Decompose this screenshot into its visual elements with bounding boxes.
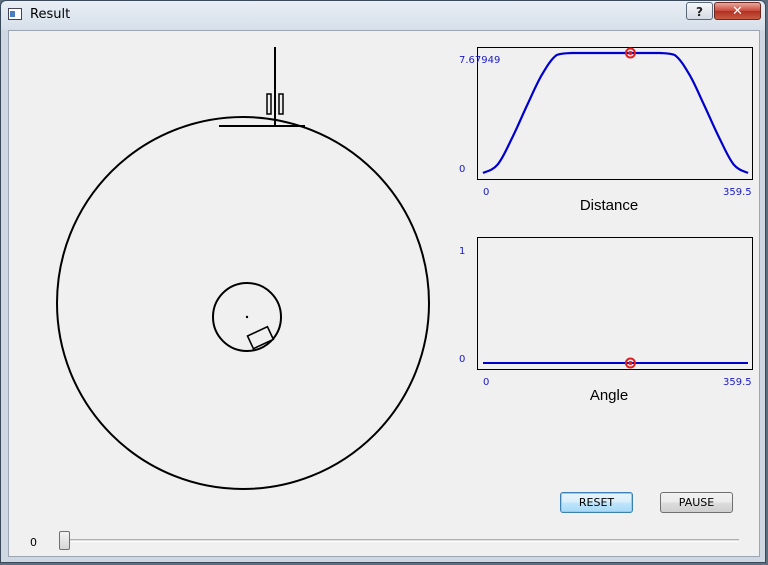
distance-plot-frame xyxy=(477,47,753,180)
distance-plot xyxy=(477,47,753,180)
window-title: Result xyxy=(30,7,71,22)
angle-plot-caption: Angle xyxy=(589,387,629,404)
angle-marker-center xyxy=(628,361,633,365)
distance-x-min-label: 0 xyxy=(483,187,490,198)
reset-button[interactable]: RESET xyxy=(560,492,633,513)
window-app-icon xyxy=(8,8,22,20)
angle-slider-thumb[interactable] xyxy=(59,531,70,550)
result-window: Result ? ✕ 7.67949 0 0 359.5 Distance 1 … xyxy=(0,0,766,563)
angle-x-max-label: 359.5 xyxy=(723,377,752,388)
angle-slider-track[interactable] xyxy=(69,539,739,542)
angle-x-min-label: 0 xyxy=(483,377,490,388)
close-button[interactable]: ✕ xyxy=(714,2,761,20)
cam-center-point xyxy=(245,315,249,319)
angle-y-min-label: 0 xyxy=(459,354,466,365)
distance-x-max-label: 359.5 xyxy=(723,187,752,198)
angle-plot-frame xyxy=(477,237,753,370)
title-bar[interactable]: Result ? ✕ xyxy=(1,1,765,30)
distance-plot-caption: Distance xyxy=(579,197,639,214)
cam-mechanism-view xyxy=(56,47,430,490)
angle-y-max-label: 1 xyxy=(459,246,466,257)
angle-plot xyxy=(477,237,753,370)
distance-marker-center xyxy=(628,51,633,55)
slider-value-label: 0 xyxy=(30,536,37,549)
pause-button[interactable]: PAUSE xyxy=(660,492,733,513)
hub-key-block xyxy=(246,325,275,350)
follower-guide-left xyxy=(266,93,272,115)
cam-profile xyxy=(56,116,430,490)
follower-guide-right xyxy=(278,93,284,115)
client-area: 7.67949 0 0 359.5 Distance 1 0 0 359.5 A… xyxy=(8,30,760,557)
distance-y-min-label: 0 xyxy=(459,164,466,175)
help-button[interactable]: ? xyxy=(686,2,713,20)
distance-y-max-label: 7.67949 xyxy=(459,55,501,66)
